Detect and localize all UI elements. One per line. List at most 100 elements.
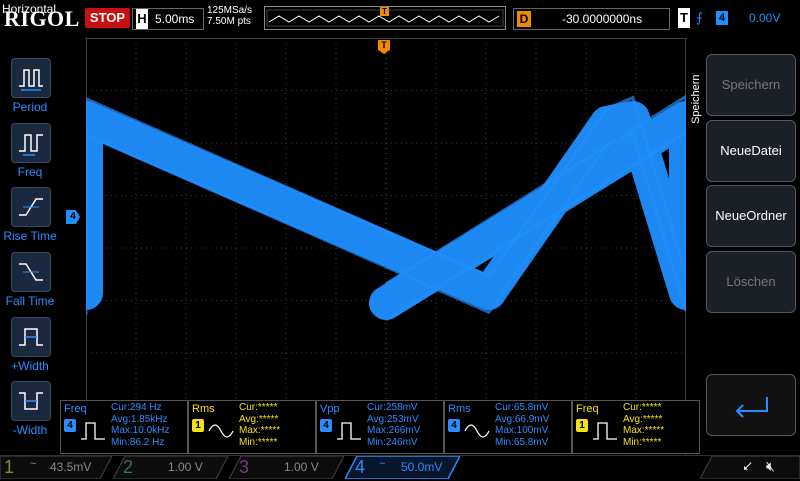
back-button[interactable] bbox=[706, 374, 796, 436]
measurement-source: 4 bbox=[64, 419, 76, 432]
measurement-current: Cur:***** bbox=[239, 402, 278, 413]
channel-1-coupling: ~ bbox=[30, 458, 37, 470]
delay-key: D bbox=[517, 11, 531, 27]
measurement-rms-ch1[interactable]: Rms 1 Cur:***** Avg:***** Max:***** Min:… bbox=[188, 400, 316, 454]
measurement-source: 4 bbox=[448, 419, 460, 432]
channel-1-scale: 43.5mV bbox=[50, 460, 92, 474]
pulse-icon bbox=[81, 422, 105, 440]
measurement-current: Cur:65.8mV bbox=[495, 402, 549, 413]
measure-menu-title: Horizontal bbox=[2, 2, 57, 16]
trigger-source: 4 bbox=[716, 11, 728, 25]
pulse-icon bbox=[593, 422, 617, 440]
trigger-level: 0.00V bbox=[749, 11, 781, 25]
channel-4-waveform-band bbox=[86, 101, 686, 320]
measurement-maximum: Max:100mV bbox=[495, 425, 549, 436]
measurement-freq-ch1[interactable]: Freq 1 Cur:***** Avg:***** Max:***** Min… bbox=[572, 400, 700, 454]
measurement-average: Avg:66.9mV bbox=[495, 413, 550, 425]
measure-fall-time-button[interactable]: Fall Time bbox=[0, 252, 60, 316]
channel-3-number: 3 bbox=[239, 457, 250, 477]
measurement-freq-ch4[interactable]: Freq 4 Cur:294 Hz Avg:1.85kHz Max:10.0kH… bbox=[60, 400, 188, 454]
return-arrow-icon bbox=[735, 397, 768, 418]
channel-4-tab[interactable]: 4 ~ 50.0mV bbox=[345, 456, 460, 479]
positive-width-icon bbox=[11, 317, 51, 357]
measurement-maximum: Max:10.0kHz bbox=[111, 425, 170, 436]
delete-button[interactable]: Löschen bbox=[706, 251, 796, 313]
rise-time-icon bbox=[11, 187, 51, 227]
channel-2-scale: 1.00 V bbox=[168, 460, 203, 474]
measure-positive-width-label: +Width bbox=[11, 359, 49, 373]
channel-2-tab[interactable]: 2 1.00 V bbox=[113, 456, 228, 479]
measurement-current: Cur:***** bbox=[623, 402, 662, 413]
channel-4-scale: 50.0mV bbox=[401, 460, 443, 474]
measurement-name: Freq bbox=[576, 403, 599, 415]
measurement-vpp-ch4[interactable]: Vpp 4 Cur:258mV Avg:253mV Max:266mV Min:… bbox=[316, 400, 444, 454]
channel-1-number: 1 bbox=[4, 457, 15, 477]
measurement-average: Avg:1.85kHz bbox=[111, 413, 168, 425]
measurement-rms-ch4[interactable]: Rms 4 Cur:65.8mV Avg:66.9mV Max:100mV Mi… bbox=[444, 400, 572, 454]
trigger-key: T bbox=[678, 8, 690, 28]
measurement-minimum: Min:65.8mV bbox=[495, 436, 549, 448]
sine-icon bbox=[464, 424, 490, 438]
measurement-current: Cur:294 Hz bbox=[111, 402, 162, 413]
measure-period-label: Period bbox=[12, 100, 48, 114]
channel-2-number: 2 bbox=[123, 457, 134, 477]
measurement-source: 1 bbox=[576, 419, 588, 432]
new-folder-button[interactable]: NeueOrdner bbox=[706, 185, 796, 247]
channel-3-tab[interactable]: 3 1.00 V bbox=[229, 456, 344, 479]
delay-value: -30.0000000ns bbox=[562, 12, 643, 26]
measure-rise-time-button[interactable]: Rise Time bbox=[0, 187, 60, 251]
channel-3-scale: 1.00 V bbox=[284, 460, 319, 474]
measure-positive-width-button[interactable]: +Width bbox=[0, 317, 60, 381]
measurement-average: Avg:***** bbox=[623, 413, 663, 425]
measurement-maximum: Max:***** bbox=[239, 425, 281, 436]
save-menu-title: Speichern bbox=[690, 74, 702, 124]
measurement-average: Avg:***** bbox=[239, 413, 279, 425]
trigger-position-top-marker: T bbox=[380, 7, 389, 16]
usb-icon: ⭩ bbox=[743, 458, 753, 474]
measurement-name: Vpp bbox=[320, 403, 340, 415]
channel-4-coupling: ~ bbox=[379, 458, 386, 470]
measurement-source: 4 bbox=[320, 419, 332, 432]
measurement-average: Avg:253mV bbox=[367, 413, 419, 425]
timebase-key: H bbox=[136, 9, 148, 29]
negative-width-icon bbox=[11, 381, 51, 421]
frequency-icon bbox=[11, 123, 51, 163]
pulse-icon bbox=[337, 422, 361, 440]
measure-negative-width-label: -Width bbox=[12, 423, 48, 437]
memory-depth: 7.50M pts bbox=[207, 16, 251, 27]
measure-rise-time-label: Rise Time bbox=[3, 229, 57, 243]
run-stop-indicator[interactable]: STOP bbox=[85, 8, 130, 28]
timebase-indicator[interactable]: H 5.00ms bbox=[132, 8, 204, 30]
measurement-minimum: Min:246mV bbox=[367, 436, 418, 448]
timebase-value: 5.00ms bbox=[155, 12, 195, 26]
channel-4-number: 4 bbox=[355, 457, 366, 477]
measure-period-button[interactable]: Period bbox=[0, 58, 60, 122]
new-file-button[interactable]: NeueDatei bbox=[706, 120, 796, 182]
measurement-source: 1 bbox=[192, 419, 204, 432]
measurement-minimum: Min:86.2 Hz bbox=[111, 436, 165, 448]
save-button[interactable]: Speichern bbox=[706, 54, 796, 116]
delay-indicator[interactable]: D -30.0000000ns bbox=[513, 8, 670, 30]
measurement-name: Rms bbox=[192, 403, 215, 415]
measurement-minimum: Min:***** bbox=[239, 436, 278, 448]
measurement-name: Freq bbox=[64, 403, 87, 415]
trigger-indicator[interactable]: T ⨍ 4 0.00V bbox=[676, 8, 796, 28]
channel-4-offset-marker[interactable]: 4 bbox=[66, 210, 80, 224]
measure-negative-width-button[interactable]: -Width bbox=[0, 381, 60, 445]
measure-frequency-button[interactable]: Freq bbox=[0, 123, 60, 187]
measurement-name: Rms bbox=[448, 403, 471, 415]
acquisition-info: 125MSa/s 7.50M pts bbox=[207, 5, 252, 27]
measurement-maximum: Max:***** bbox=[623, 425, 665, 436]
fall-time-icon bbox=[11, 252, 51, 292]
sample-rate: 125MSa/s bbox=[207, 5, 253, 16]
measurement-current: Cur:258mV bbox=[367, 402, 418, 413]
rising-edge-icon: ⨍ bbox=[696, 10, 703, 25]
measurement-minimum: Min:***** bbox=[623, 436, 662, 448]
sine-icon bbox=[208, 424, 234, 438]
waveform-display[interactable] bbox=[86, 38, 686, 458]
measure-fall-time-label: Fall Time bbox=[5, 294, 55, 308]
measurement-maximum: Max:266mV bbox=[367, 425, 421, 436]
channel-1-tab[interactable]: 1 ~ 43.5mV bbox=[0, 456, 112, 479]
period-icon bbox=[11, 58, 51, 98]
mute-icon[interactable]: 🔇︎ bbox=[766, 458, 775, 475]
